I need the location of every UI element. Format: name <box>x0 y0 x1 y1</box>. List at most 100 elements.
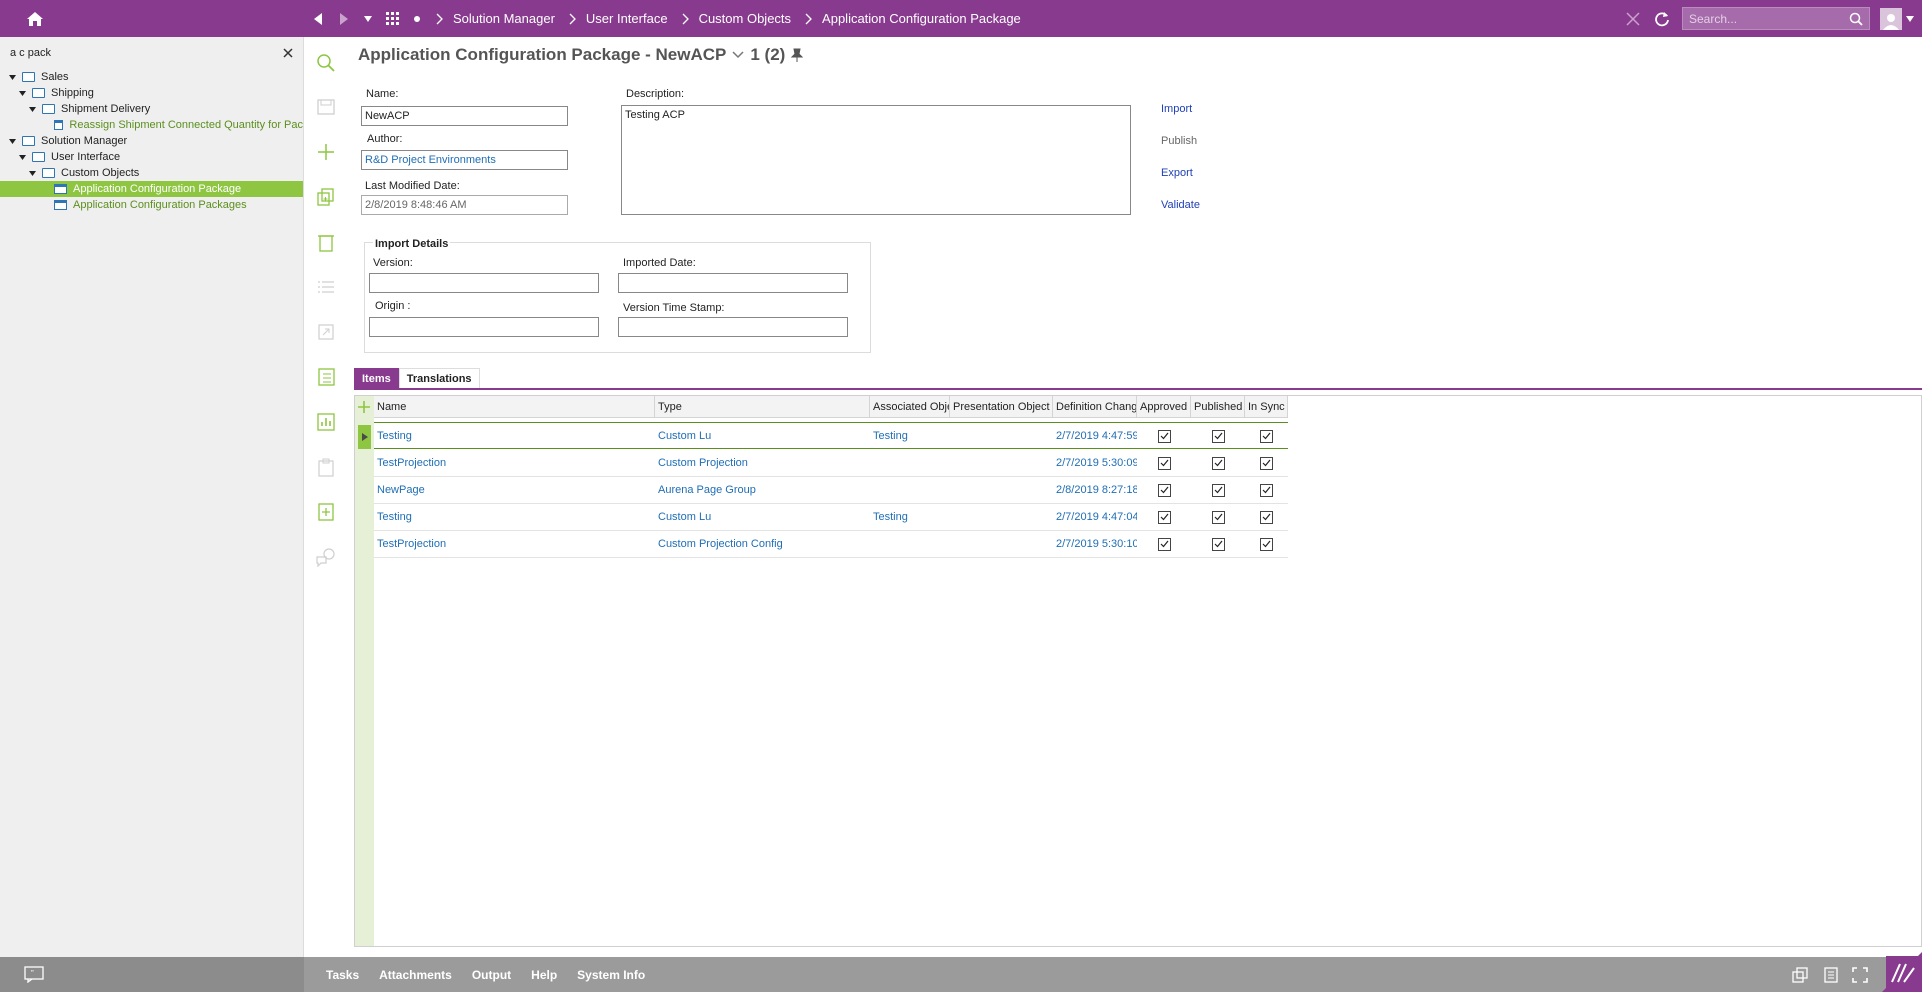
attachments-link[interactable]: Attachments <box>379 968 452 982</box>
expand-caret-icon[interactable] <box>16 154 28 160</box>
breadcrumb-item[interactable]: Application Configuration Package <box>805 11 1021 26</box>
close-icon[interactable] <box>1626 11 1640 26</box>
delete-icon[interactable] <box>314 230 338 254</box>
column-header-approved[interactable]: Approved <box>1137 396 1191 418</box>
column-header-presentation-object[interactable]: Presentation Object <box>950 396 1053 418</box>
table-row[interactable]: TestProjection Custom Projection 2/7/201… <box>374 450 1288 477</box>
clipboard-icon[interactable] <box>314 455 338 479</box>
tree-item-selected[interactable]: Application Configuration Package <box>0 181 303 197</box>
add-comment-icon[interactable] <box>314 545 338 569</box>
search-icon[interactable] <box>314 51 338 75</box>
table-row[interactable]: TestProjection Custom Projection Config … <box>374 531 1288 558</box>
column-header-in-sync[interactable]: In Sync <box>1245 396 1288 418</box>
duplicate-icon[interactable] <box>314 185 338 209</box>
cell-associated-object[interactable]: Testing <box>870 423 950 449</box>
pin-icon[interactable] <box>791 48 804 62</box>
open-details-icon[interactable] <box>314 320 338 344</box>
published-checkbox[interactable] <box>1211 537 1225 551</box>
cell-name[interactable]: Testing <box>374 504 655 530</box>
cell-type[interactable]: Custom Projection Config <box>655 531 870 557</box>
expand-caret-icon[interactable] <box>6 138 18 144</box>
column-header-name[interactable]: Name <box>374 396 655 418</box>
clear-filter-icon[interactable] <box>283 48 293 58</box>
tree-item[interactable]: Sales <box>0 69 303 85</box>
back-icon[interactable] <box>312 12 324 26</box>
avatar[interactable] <box>1880 7 1902 30</box>
add-icon[interactable] <box>314 140 338 164</box>
page-options-icon[interactable] <box>1822 966 1838 983</box>
search-icon[interactable] <box>1849 12 1863 26</box>
column-header-associated-object[interactable]: Associated Object <box>870 396 950 418</box>
cell-type[interactable]: Aurena Page Group <box>655 477 870 503</box>
add-document-icon[interactable] <box>314 500 338 524</box>
forward-icon[interactable] <box>338 12 350 26</box>
in-sync-checkbox[interactable] <box>1260 483 1273 497</box>
tree-item[interactable]: Custom Objects <box>0 165 303 181</box>
fullscreen-icon[interactable] <box>1852 966 1868 983</box>
apps-grid-icon[interactable] <box>386 11 400 26</box>
approved-checkbox[interactable] <box>1157 537 1171 551</box>
column-header-published[interactable]: Published <box>1191 396 1245 418</box>
cell-associated-object[interactable]: Testing <box>870 504 950 530</box>
add-row-icon[interactable] <box>358 401 370 416</box>
cell-name[interactable]: TestProjection <box>374 450 655 476</box>
tab-translations[interactable]: Translations <box>398 368 480 388</box>
approved-checkbox[interactable] <box>1157 483 1171 497</box>
published-checkbox[interactable] <box>1211 483 1225 497</box>
refresh-icon[interactable] <box>1654 11 1670 27</box>
chart-icon[interactable] <box>314 410 338 434</box>
published-checkbox[interactable] <box>1211 429 1225 443</box>
tree-item[interactable]: Shipping <box>0 85 303 101</box>
breadcrumb-item[interactable]: User Interface <box>569 11 668 26</box>
tree-item[interactable]: User Interface <box>0 149 303 165</box>
navigator-filter[interactable]: a c pack <box>0 37 303 69</box>
last-modified-field[interactable] <box>361 195 568 215</box>
breadcrumb-item[interactable]: Custom Objects <box>682 11 791 26</box>
feedback-icon[interactable]: ” <box>24 966 44 983</box>
table-row[interactable]: Testing Custom Lu Testing 2/7/2019 4:47:… <box>374 422 1288 449</box>
home-icon[interactable] <box>0 0 70 37</box>
search-input[interactable] <box>1689 11 1849 26</box>
history-dropdown-icon[interactable] <box>364 15 372 22</box>
output-link[interactable]: Output <box>472 968 511 982</box>
table-row[interactable]: NewPage Aurena Page Group 2/8/2019 8:27:… <box>374 477 1288 504</box>
version-field[interactable] <box>369 273 599 293</box>
column-header-type[interactable]: Type <box>655 396 870 418</box>
record-selector-chevron-icon[interactable] <box>732 51 744 59</box>
cell-associated-object[interactable] <box>870 477 950 503</box>
table-row[interactable]: Testing Custom Lu Testing 2/7/2019 4:47:… <box>374 504 1288 531</box>
tree-item[interactable]: Application Configuration Packages <box>0 197 303 213</box>
cell-type[interactable]: Custom Lu <box>655 423 870 449</box>
import-command[interactable]: Import <box>1161 103 1192 115</box>
approved-checkbox[interactable] <box>1157 456 1171 470</box>
version-time-stamp-field[interactable] <box>618 317 848 337</box>
expand-caret-icon[interactable] <box>6 74 18 80</box>
export-command[interactable]: Export <box>1161 167 1193 179</box>
in-sync-checkbox[interactable] <box>1260 537 1273 551</box>
cell-name[interactable]: NewPage <box>374 477 655 503</box>
published-checkbox[interactable] <box>1211 456 1225 470</box>
origin-field[interactable] <box>369 317 599 337</box>
cell-name[interactable]: Testing <box>374 423 655 449</box>
breadcrumb-item[interactable]: Solution Manager <box>436 11 555 26</box>
description-field[interactable]: Testing ACP <box>621 105 1131 215</box>
tree-item[interactable]: Shipment Delivery <box>0 101 303 117</box>
cell-name[interactable]: TestProjection <box>374 531 655 557</box>
tree-item[interactable]: Reassign Shipment Connected Quantity for… <box>0 117 303 133</box>
column-header-definition-changed[interactable]: Definition Changed <box>1053 396 1137 418</box>
system-info-link[interactable]: System Info <box>577 968 645 982</box>
expand-caret-icon[interactable] <box>26 106 38 112</box>
cell-type[interactable]: Custom Projection <box>655 450 870 476</box>
publish-command[interactable]: Publish <box>1161 135 1197 147</box>
list-icon[interactable] <box>314 275 338 299</box>
cell-associated-object[interactable] <box>870 450 950 476</box>
validate-command[interactable]: Validate <box>1161 199 1200 211</box>
in-sync-checkbox[interactable] <box>1260 456 1273 470</box>
cell-associated-object[interactable] <box>870 531 950 557</box>
published-checkbox[interactable] <box>1211 510 1225 524</box>
tasks-link[interactable]: Tasks <box>326 968 359 982</box>
imported-date-field[interactable] <box>618 273 848 293</box>
windows-icon[interactable] <box>1792 966 1808 983</box>
approved-checkbox[interactable] <box>1157 429 1171 443</box>
tab-items[interactable]: Items <box>354 368 399 388</box>
